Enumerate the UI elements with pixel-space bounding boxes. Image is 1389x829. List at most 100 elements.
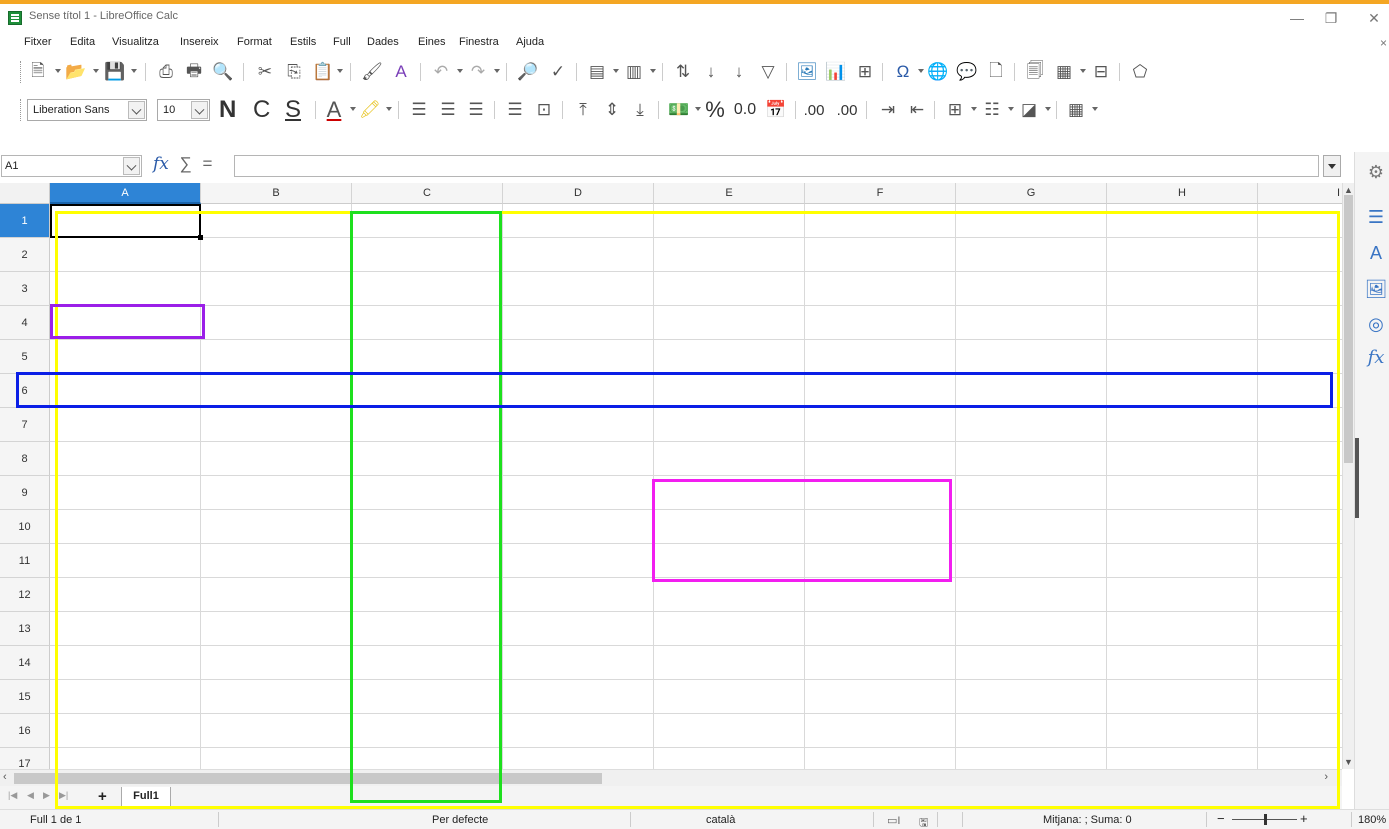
border-style-icon[interactable]: ☷ bbox=[980, 98, 1004, 122]
row-header-4[interactable]: 4 bbox=[0, 306, 50, 340]
sidebar-resize-handle[interactable] bbox=[1355, 438, 1359, 518]
row-header-10[interactable]: 10 bbox=[0, 510, 50, 544]
column-header-h[interactable]: H bbox=[1107, 183, 1258, 204]
align-bottom-icon[interactable]: ⤓ bbox=[628, 98, 652, 122]
undo-icon[interactable]: ↶ bbox=[429, 60, 453, 84]
align-center-icon[interactable]: ☰ bbox=[436, 98, 460, 122]
highlight-dropdown-icon[interactable] bbox=[386, 107, 392, 111]
delete-decimal-button[interactable]: .00 bbox=[835, 98, 859, 122]
restore-button[interactable]: ❐ bbox=[1318, 8, 1344, 28]
row-header-16[interactable]: 16 bbox=[0, 714, 50, 748]
menu-eines[interactable]: Eines bbox=[418, 36, 446, 48]
chevron-down-icon[interactable] bbox=[128, 101, 145, 119]
toolbar-grip[interactable] bbox=[20, 99, 22, 121]
formula-button[interactable]: = bbox=[202, 154, 212, 173]
column-header-f[interactable]: F bbox=[805, 183, 956, 204]
menu-dades[interactable]: Dades bbox=[367, 36, 399, 48]
autofilter-icon[interactable]: ▽ bbox=[756, 60, 780, 84]
special-character-icon[interactable]: Ω bbox=[891, 60, 915, 84]
row-header-13[interactable]: 13 bbox=[0, 612, 50, 646]
font-color-dropdown-icon[interactable] bbox=[350, 107, 356, 111]
number-format-button[interactable]: 0.0 bbox=[733, 98, 757, 122]
open-dropdown-icon[interactable] bbox=[93, 69, 99, 73]
new-document-icon[interactable]: 🗎 bbox=[26, 60, 50, 84]
vertical-scrollbar[interactable]: ▲ ▼ bbox=[1342, 183, 1354, 769]
next-sheet-icon[interactable]: ▶ bbox=[43, 790, 50, 801]
column-header-i[interactable]: I bbox=[1258, 183, 1342, 204]
add-sheet-button[interactable]: + bbox=[98, 788, 107, 805]
toolbar-grip[interactable] bbox=[20, 61, 22, 83]
properties-icon[interactable]: ☰ bbox=[1364, 205, 1388, 229]
navigator-icon[interactable]: ◎ bbox=[1364, 312, 1388, 336]
column-header-g[interactable]: G bbox=[956, 183, 1107, 204]
increase-indent-icon[interactable]: ⇥ bbox=[876, 98, 900, 122]
scroll-down-icon[interactable]: ▼ bbox=[1344, 757, 1353, 767]
column-header-c[interactable]: C bbox=[352, 183, 503, 204]
row-header-11[interactable]: 11 bbox=[0, 544, 50, 578]
font-name-combo[interactable]: Liberation Sans bbox=[27, 99, 147, 121]
menu-visualitza[interactable]: Visualitza bbox=[112, 36, 159, 48]
date-format-icon[interactable]: 📅 bbox=[764, 98, 788, 122]
language[interactable]: català bbox=[706, 814, 735, 826]
insert-image-icon[interactable]: 🖼 bbox=[795, 60, 819, 84]
merge-center-icon[interactable]: ⊡ bbox=[532, 98, 556, 122]
print-preview-icon[interactable]: 🔍 bbox=[211, 60, 235, 84]
decrease-indent-icon[interactable]: ⇤ bbox=[905, 98, 929, 122]
gallery-icon[interactable]: 🖼 bbox=[1364, 277, 1388, 301]
column-header-d[interactable]: D bbox=[503, 183, 654, 204]
row-header-3[interactable]: 3 bbox=[0, 272, 50, 306]
row-header-17[interactable]: 17 bbox=[0, 748, 50, 769]
scroll-right-icon[interactable]: › bbox=[1324, 771, 1328, 783]
functions-icon[interactable]: fx bbox=[1364, 345, 1388, 369]
define-print-area-icon[interactable]: 🗐 bbox=[1023, 60, 1047, 84]
row-header-1[interactable]: 1 bbox=[0, 204, 50, 238]
minimize-button[interactable]: — bbox=[1284, 8, 1310, 28]
borders-icon[interactable]: ⊞ bbox=[943, 98, 967, 122]
highlight-color-icon[interactable]: 🖍 bbox=[358, 98, 382, 122]
select-all-corner[interactable] bbox=[0, 183, 50, 204]
close-button[interactable]: ✕ bbox=[1361, 8, 1387, 28]
name-box[interactable]: A1 bbox=[1, 155, 142, 177]
sort-descending-icon[interactable]: ↓ bbox=[727, 60, 751, 84]
sort-icon[interactable]: ⇅ bbox=[671, 60, 695, 84]
page-style[interactable]: Per defecte bbox=[432, 814, 488, 826]
percent-format-button[interactable]: % bbox=[703, 97, 727, 122]
zoom-slider-thumb[interactable] bbox=[1264, 814, 1267, 825]
conditional-dropdown-icon[interactable] bbox=[1092, 107, 1098, 111]
center-vertically-icon[interactable]: ⇕ bbox=[600, 98, 624, 122]
paste-icon[interactable]: 📋 bbox=[311, 60, 335, 84]
export-pdf-icon[interactable]: ⎙ bbox=[154, 60, 178, 84]
redo-dropdown-icon[interactable] bbox=[494, 69, 500, 73]
special-character-dropdown-icon[interactable] bbox=[918, 69, 924, 73]
save-dropdown-icon[interactable] bbox=[131, 69, 137, 73]
column-dropdown-icon[interactable] bbox=[650, 69, 656, 73]
align-top-icon[interactable]: ⤒ bbox=[571, 98, 595, 122]
sheet-tab-full1[interactable]: Full1 bbox=[121, 787, 171, 807]
function-wizard-button[interactable]: fx bbox=[153, 154, 169, 174]
currency-dropdown-icon[interactable] bbox=[695, 107, 701, 111]
align-right-icon[interactable]: ☰ bbox=[464, 98, 488, 122]
row-header-2[interactable]: 2 bbox=[0, 238, 50, 272]
freeze-rows-columns-icon[interactable]: ▦ bbox=[1052, 60, 1076, 84]
align-left-icon[interactable]: ☰ bbox=[407, 98, 431, 122]
find-replace-icon[interactable]: 🔎 bbox=[516, 60, 540, 84]
borders-dropdown-icon[interactable] bbox=[971, 107, 977, 111]
row-header-9[interactable]: 9 bbox=[0, 476, 50, 510]
row-header-6[interactable]: 6 bbox=[0, 374, 50, 408]
bold-button[interactable]: N bbox=[219, 96, 236, 124]
row-dropdown-icon[interactable] bbox=[613, 69, 619, 73]
horizontal-scroll-thumb[interactable] bbox=[14, 773, 602, 784]
selected-cell-cursor[interactable] bbox=[50, 204, 203, 240]
insert-mode-icon[interactable]: ▭I bbox=[887, 814, 900, 827]
column-header-b[interactable]: B bbox=[201, 183, 352, 204]
zoom-out-button[interactable]: − bbox=[1217, 811, 1225, 826]
horizontal-scrollbar[interactable]: ‹ › bbox=[0, 769, 1342, 786]
menu-ajuda[interactable]: Ajuda bbox=[516, 36, 544, 48]
border-style-dropdown-icon[interactable] bbox=[1008, 107, 1014, 111]
close-document-icon[interactable]: × bbox=[1380, 36, 1387, 50]
print-icon[interactable]: 🖶 bbox=[182, 60, 206, 84]
spelling-icon[interactable]: ✓ bbox=[546, 60, 570, 84]
menu-format[interactable]: Format bbox=[237, 36, 272, 48]
pivot-table-icon[interactable]: ⊞ bbox=[853, 60, 877, 84]
expand-formula-bar-icon[interactable] bbox=[1323, 155, 1341, 177]
